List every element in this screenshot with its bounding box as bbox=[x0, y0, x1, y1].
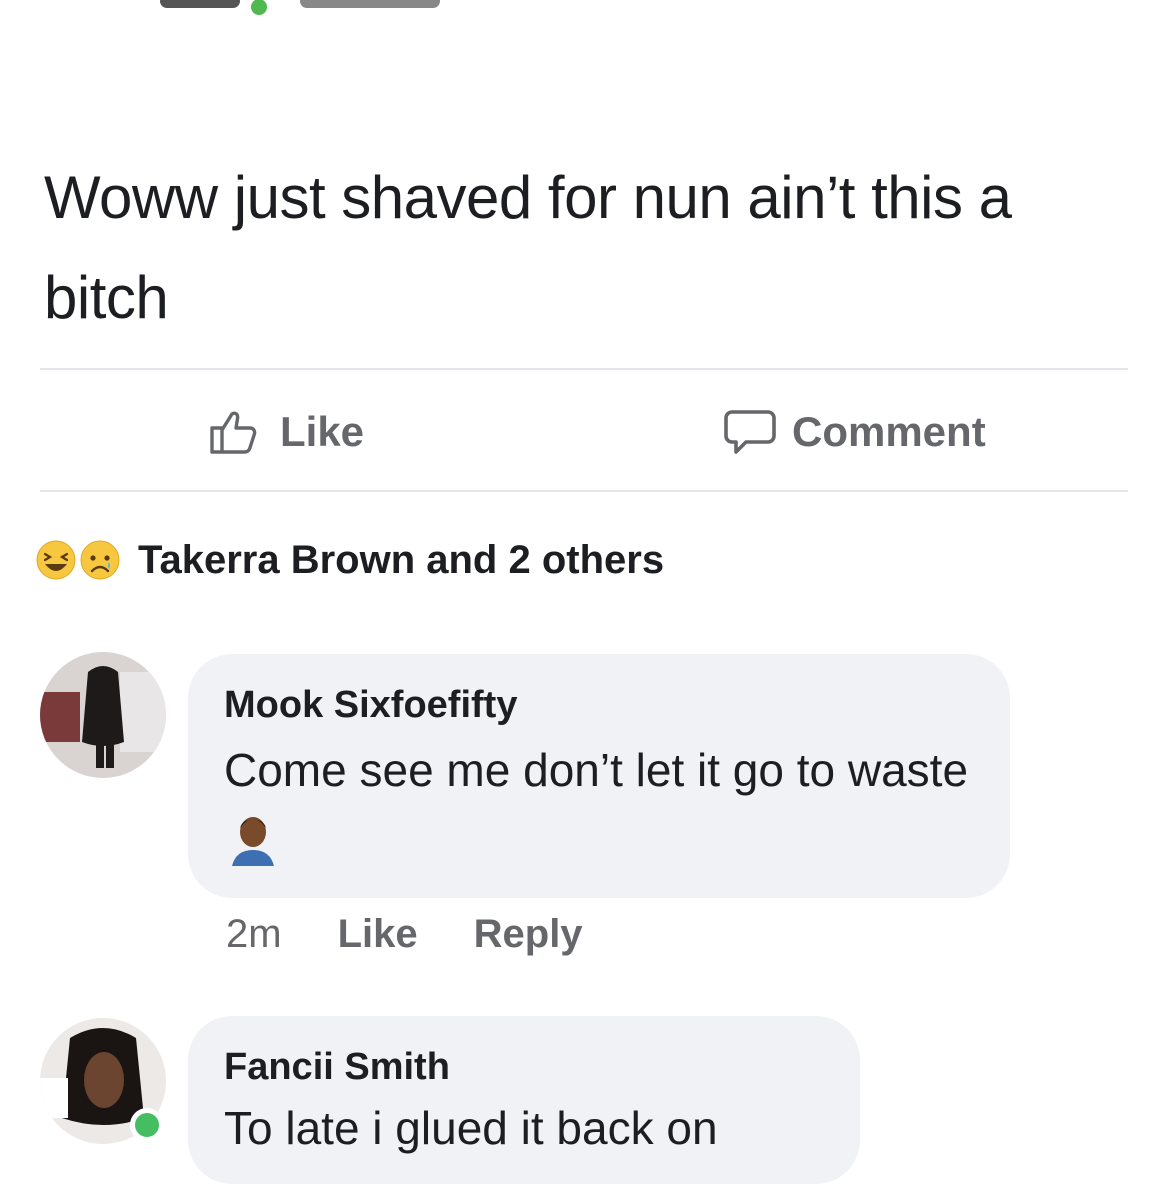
thumbs-up-icon bbox=[210, 411, 257, 454]
comment-text: To late i glued it back on bbox=[224, 1102, 718, 1154]
man-emoji-icon bbox=[232, 817, 274, 866]
avatar[interactable] bbox=[40, 652, 166, 778]
profile-photo-icon bbox=[40, 652, 166, 778]
divider-bottom bbox=[40, 490, 1128, 492]
comment-author[interactable]: Fancii Smith bbox=[224, 1046, 450, 1089]
comment-time: 2m bbox=[226, 912, 282, 956]
sad-emoji-icon bbox=[80, 540, 120, 580]
laughing-emoji-icon bbox=[36, 540, 76, 580]
header-avatar-fragment bbox=[160, 0, 240, 8]
header-fragment bbox=[160, 0, 520, 18]
online-status-icon bbox=[248, 0, 270, 18]
comment-reply-link[interactable]: Reply bbox=[474, 912, 583, 957]
reactions-summary[interactable]: Takerra Brown and 2 others bbox=[36, 530, 664, 590]
like-label: Like bbox=[280, 408, 365, 455]
divider-top bbox=[40, 368, 1128, 370]
comment-button[interactable]: Comment bbox=[724, 402, 986, 462]
like-button[interactable]: Like bbox=[208, 402, 364, 462]
reactions-label: Takerra Brown and 2 others bbox=[138, 537, 665, 582]
comment-label: Comment bbox=[792, 408, 986, 455]
header-meta-fragment bbox=[300, 0, 440, 8]
comment-text-content: Come see me don’t let it go to waste bbox=[224, 744, 969, 796]
comment-meta: 2m Like Reply bbox=[226, 912, 583, 957]
comment-text: Come see me don’t let it go to waste bbox=[224, 734, 994, 878]
comment-icon bbox=[724, 410, 776, 454]
comment-author[interactable]: Mook Sixfoefifty bbox=[224, 684, 517, 727]
online-status-icon bbox=[130, 1108, 164, 1142]
comment-like-link[interactable]: Like bbox=[338, 912, 418, 957]
post-text: Woww just shaved for nun ain’t this a bi… bbox=[44, 164, 1012, 331]
action-bar: Like Comment bbox=[40, 372, 1128, 490]
